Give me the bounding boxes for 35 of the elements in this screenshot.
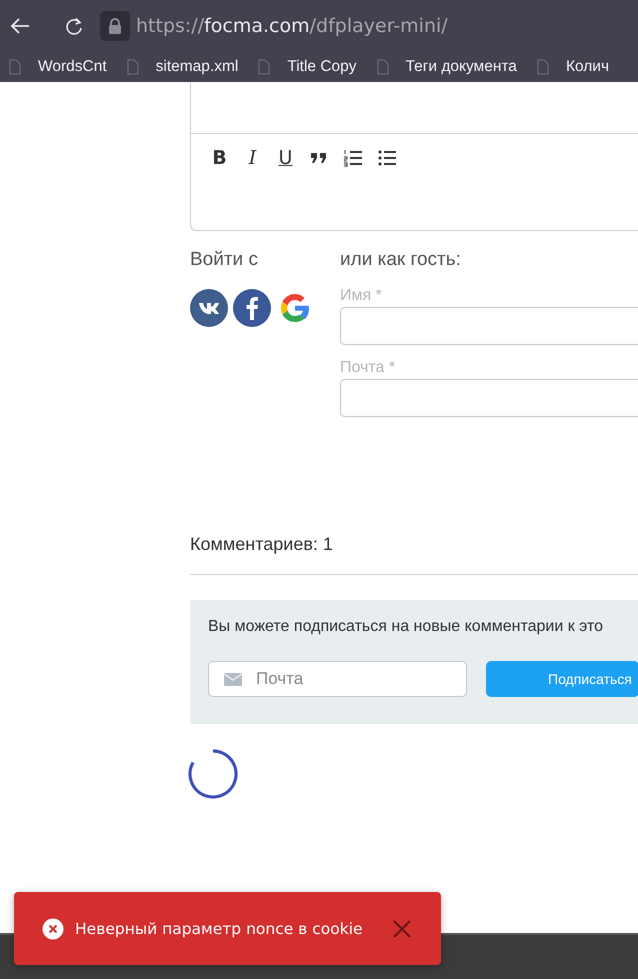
page-icon: [376, 59, 389, 75]
page-icon: [258, 59, 270, 75]
lock-icon: [108, 18, 122, 34]
field-label: Имя *: [340, 287, 383, 305]
bookmark-link[interactable]: WordsCnt: [38, 58, 107, 76]
ordered-list-icon[interactable]: [344, 149, 362, 167]
bookmark-link[interactable]: Теги документа: [406, 58, 517, 76]
facebook-login-icon[interactable]: [233, 289, 271, 327]
page-icon: [536, 59, 549, 75]
field-label: Почта *: [340, 359, 396, 377]
input-field[interactable]: [340, 307, 638, 345]
email-field[interactable]: Почта: [208, 661, 467, 697]
address-bar[interactable]: https://focma.com/dfplayer-mini/: [136, 15, 448, 37]
italic-button[interactable]: I: [244, 148, 261, 168]
comment-count: Комментариев: 1: [190, 533, 334, 555]
bookmark-link[interactable]: Title Copy: [287, 58, 357, 76]
guest-heading: или как гость:: [340, 249, 462, 271]
input-field[interactable]: [340, 379, 638, 417]
comment-editor[interactable]: B I U: [190, 82, 638, 231]
toast-message: Неверный параметр nonce в cookie: [75, 920, 363, 938]
vk-login-icon[interactable]: [190, 289, 228, 327]
subscribe-text: Вы можете подписаться на новые комментарии к это: [208, 618, 604, 636]
lock-icon-button[interactable]: [100, 11, 130, 41]
underline-button[interactable]: U: [277, 148, 294, 168]
page-icon: [9, 59, 21, 75]
bullet-list-icon[interactable]: [378, 149, 396, 167]
error-icon: [42, 918, 64, 940]
page-icon: [126, 59, 139, 75]
envelope-icon: [224, 673, 242, 686]
loading-spinner-icon: [187, 748, 239, 800]
bookmark-link[interactable]: Колич: [566, 58, 610, 76]
bookmark-link[interactable]: sitemap.xml: [156, 58, 238, 76]
reload-icon[interactable]: [64, 16, 84, 36]
bold-button[interactable]: B: [211, 148, 228, 168]
login-heading: Войти с: [190, 249, 259, 271]
